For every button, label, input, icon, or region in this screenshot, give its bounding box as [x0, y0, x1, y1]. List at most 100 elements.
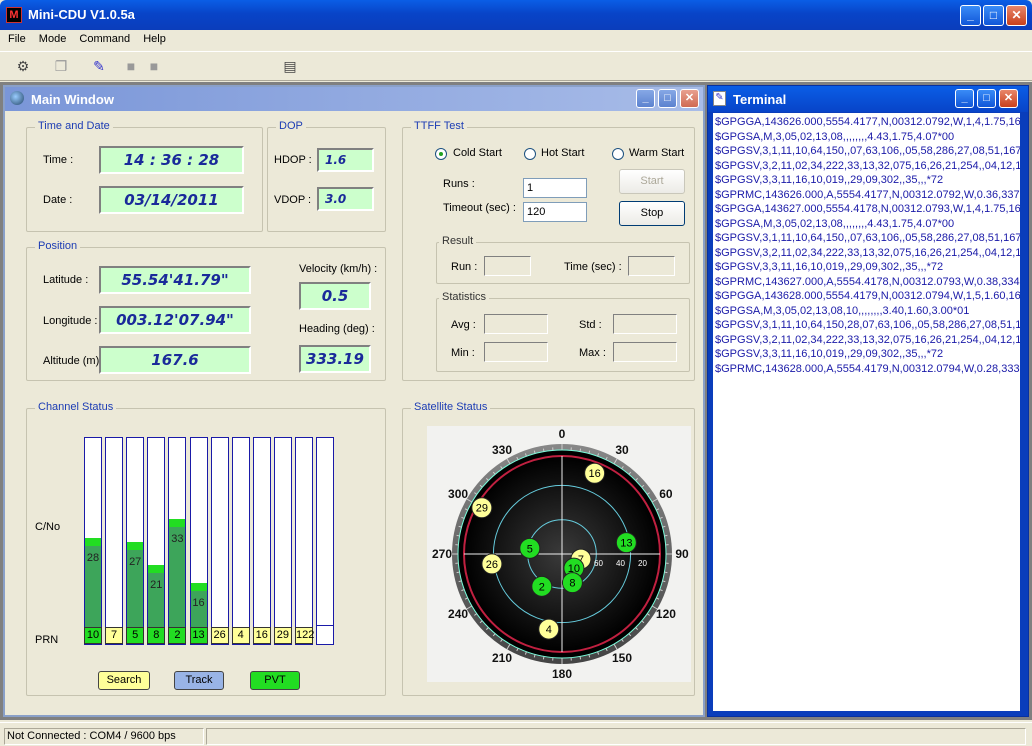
- dop-label: DOP: [276, 120, 306, 132]
- avg-value: [484, 314, 548, 334]
- app-title: Mini-CDU V1.0.5a: [28, 7, 135, 22]
- channel-prn-9: 16: [252, 627, 271, 644]
- terminal-line: $GPRMC,143627.000,A,5554.4178,N,00312.07…: [715, 275, 1020, 288]
- pause-square-icon[interactable]: ■: [143, 55, 165, 77]
- channel-prn-8: 4: [231, 627, 250, 644]
- azimuth-label: 240: [448, 607, 468, 621]
- properties-icon[interactable]: ▤: [279, 55, 301, 77]
- hot-start-radio[interactable]: [524, 148, 536, 160]
- terminal-line: $GPRMC,143628.000,A,5554.4179,N,00312.07…: [715, 362, 1020, 375]
- statistics-label: Statistics: [439, 291, 490, 303]
- channel-bar-1: 28: [84, 437, 102, 645]
- terminal-close-button[interactable]: ✕: [999, 89, 1018, 108]
- position-group: Position Latitude : 55.54'41.79" Longitu…: [26, 240, 386, 381]
- date-value: 03/14/2011: [99, 186, 244, 214]
- terminal-minimize-button[interactable]: _: [955, 89, 974, 108]
- tick: [579, 448, 582, 452]
- channel-cno-value: 16: [192, 597, 205, 609]
- statistics-group: Statistics Avg : Std : Min : Max :: [436, 291, 690, 372]
- status-panel: [206, 728, 1026, 745]
- runs-input[interactable]: 1: [523, 178, 587, 198]
- latitude-value: 55.54'41.79": [99, 266, 251, 294]
- azimuth-label: 0: [559, 427, 566, 441]
- timeout-label: Timeout (sec) :: [443, 202, 516, 214]
- terminal-line: $GPGSV,3,2,11,02,34,222,33,13,32,075,16,…: [715, 333, 1020, 346]
- terminal-line: $GPGSA,M,3,05,02,13,08,,,,,,,,4.43,1.75,…: [715, 217, 955, 230]
- start-button[interactable]: Start: [619, 169, 685, 194]
- menu-mode[interactable]: Mode: [39, 33, 67, 45]
- main-close-button[interactable]: ✕: [680, 89, 699, 108]
- menu-command[interactable]: Command: [79, 33, 130, 45]
- maximize-button[interactable]: □: [983, 5, 1004, 26]
- app-title-bar[interactable]: M Mini-CDU V1.0.5a _ □ ✕: [0, 0, 1032, 30]
- satellite-status-label: Satellite Status: [411, 401, 491, 413]
- terminal-output[interactable]: $GPGGA,143626.000,5554.4177,N,00312.0792…: [713, 113, 1020, 711]
- azimuth-label: 150: [612, 651, 632, 665]
- elevation-label: 40: [616, 559, 625, 568]
- channel-bar-4: 21: [147, 437, 166, 645]
- satellite-prn-label: 26: [486, 559, 498, 571]
- stop-square-icon[interactable]: ■: [120, 55, 142, 77]
- hot-start-label[interactable]: Hot Start: [541, 147, 584, 159]
- channel-bar-2: [105, 437, 124, 645]
- tick: [456, 571, 460, 574]
- azimuth-label: 180: [552, 667, 572, 681]
- cold-start-radio[interactable]: [435, 148, 447, 160]
- ttff-label: TTFF Test: [411, 120, 467, 132]
- azimuth-label: 30: [615, 443, 629, 457]
- minimize-button[interactable]: _: [960, 5, 981, 26]
- channel-prn-4: 8: [147, 627, 166, 644]
- channel-status-group: Channel Status C/No PRN 28 10 7 27 5 21 8 33 2 16…: [26, 401, 386, 696]
- heading-value: 333.19: [299, 345, 371, 373]
- terminal-line: $GPGSV,3,1,11,10,64,150,,07,63,106,,05,5…: [715, 232, 1020, 244]
- terminal-line: $GPGSA,M,3,05,02,13,08,,,,,,,,4.43,1.75,…: [715, 130, 955, 143]
- channel-cno-value: 28: [86, 552, 100, 564]
- timeout-input[interactable]: 120: [523, 202, 587, 222]
- main-window-title-bar[interactable]: Main Window _ □ ✕: [5, 87, 703, 111]
- satellite-prn-label: 29: [476, 503, 488, 515]
- channel-cno-value: 33: [171, 533, 184, 545]
- time-sec-value: [628, 256, 675, 276]
- channel-cap: [127, 542, 144, 550]
- min-label: Min :: [451, 347, 475, 359]
- channel-cap: [148, 565, 165, 573]
- terminal-maximize-button[interactable]: □: [977, 89, 996, 108]
- max-value: [613, 342, 677, 362]
- date-label: Date :: [43, 194, 73, 206]
- edit-pencil-icon[interactable]: ✎: [88, 55, 110, 77]
- close-button[interactable]: ✕: [1006, 5, 1027, 26]
- cold-start-label[interactable]: Cold Start: [453, 147, 502, 159]
- satellite-prn-label: 16: [589, 468, 601, 480]
- warm-start-radio[interactable]: [612, 148, 624, 160]
- std-value: [613, 314, 677, 334]
- time-date-group: Time and Date Time : 14 : 36 : 28 Date :…: [26, 120, 263, 232]
- menu-help[interactable]: Help: [143, 33, 166, 45]
- channel-bar-9: [252, 437, 271, 645]
- warm-start-label[interactable]: Warm Start: [629, 147, 684, 159]
- globe-icon: [10, 91, 24, 105]
- copy-icon[interactable]: ❐: [50, 55, 72, 77]
- channel-prn-1: 10: [84, 627, 102, 644]
- terminal-line: $GPGGA,143627.000,5554.4178,N,00312.0793…: [715, 203, 1020, 215]
- min-value: [484, 342, 548, 362]
- stop-button[interactable]: Stop: [619, 201, 685, 226]
- terminal-title-bar[interactable]: ✎ Terminal _ □ ✕: [708, 86, 1028, 112]
- toolbar: ⚙ ❐ ✎ ■ ■ ▤: [0, 51, 1032, 81]
- legend-search: Search: [98, 671, 150, 690]
- time-date-label: Time and Date: [35, 120, 113, 132]
- main-window-title: Main Window: [31, 92, 114, 107]
- time-sec-label: Time (sec) :: [564, 261, 622, 273]
- vdop-value: 3.0: [317, 187, 374, 211]
- channel-cap: [85, 538, 101, 546]
- channel-bar-11: [295, 437, 313, 645]
- heading-label: Heading (deg) :: [299, 323, 375, 335]
- velocity-label: Velocity (km/h) :: [299, 263, 378, 275]
- channel-bar-7: [210, 437, 229, 645]
- channel-cap: [190, 583, 207, 591]
- legend-pvt: PVT: [250, 671, 300, 690]
- main-minimize-button[interactable]: _: [636, 89, 655, 108]
- menu-file[interactable]: File: [8, 33, 26, 45]
- main-maximize-button[interactable]: □: [658, 89, 677, 108]
- settings-gear-icon[interactable]: ⚙: [12, 55, 34, 77]
- channel-prn-10: 29: [273, 627, 292, 644]
